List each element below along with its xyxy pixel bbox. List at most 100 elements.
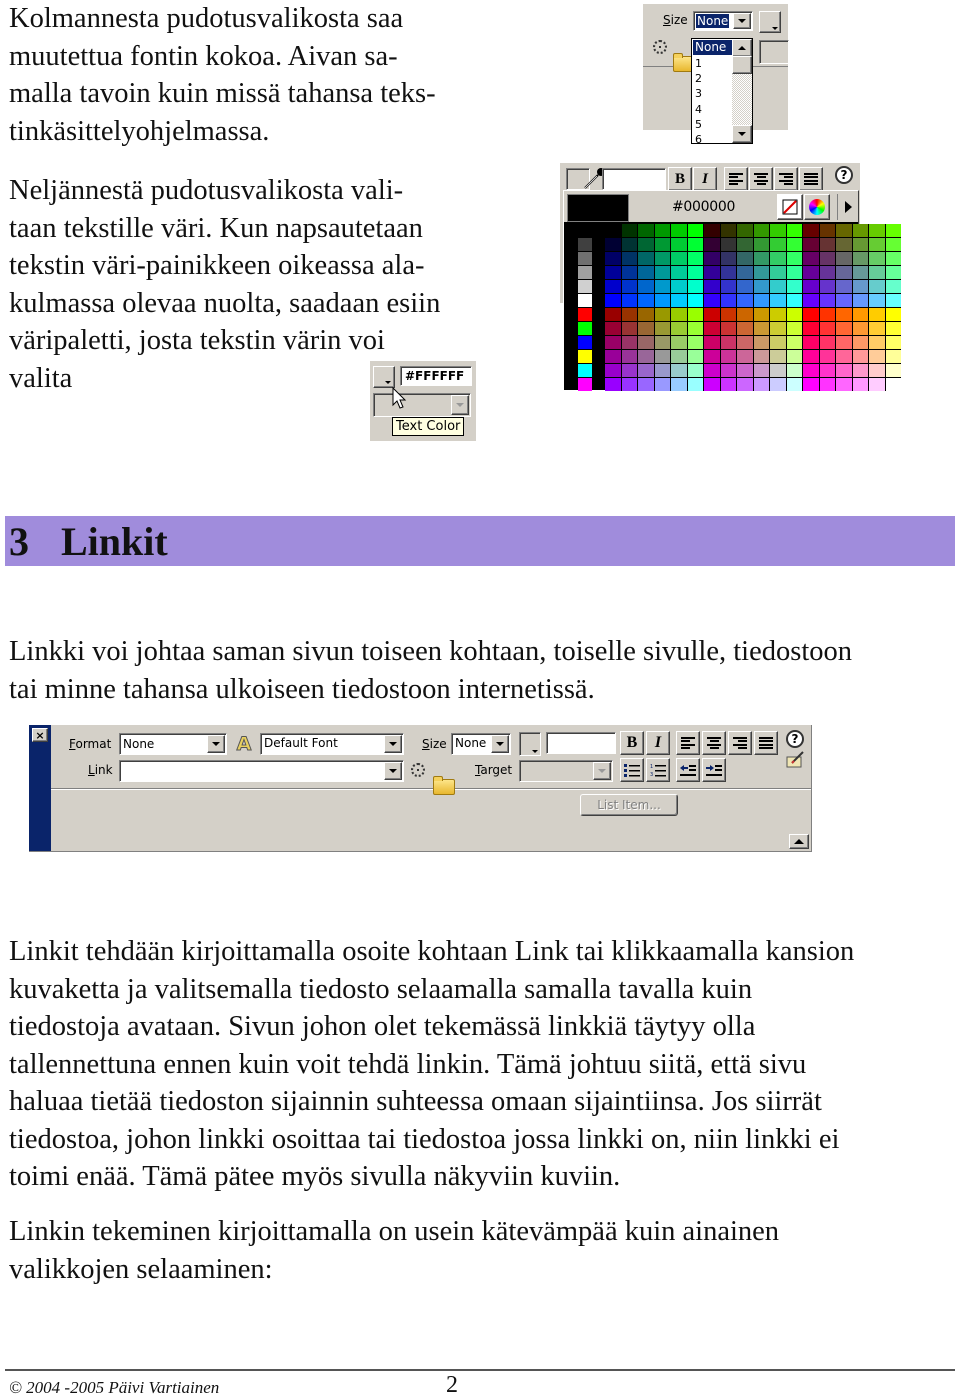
quick-tag-editor-icon[interactable]: [786, 751, 806, 769]
justify-button[interactable]: [799, 167, 823, 191]
color-swatch[interactable]: [819, 280, 835, 293]
color-swatch[interactable]: [638, 378, 654, 391]
text-color-hex-field[interactable]: #FFFFFF: [400, 366, 472, 386]
color-swatch[interactable]: [621, 308, 637, 321]
color-swatch[interactable]: [704, 378, 720, 391]
color-swatch[interactable]: [885, 350, 901, 363]
color-swatch[interactable]: [786, 308, 802, 321]
color-swatch[interactable]: [720, 266, 736, 279]
unordered-list-button[interactable]: [620, 758, 644, 782]
color-swatch[interactable]: [852, 308, 868, 321]
color-swatch[interactable]: [737, 266, 753, 279]
browse-folder-icon[interactable]: [433, 776, 455, 795]
color-swatch[interactable]: [621, 224, 637, 237]
color-swatch[interactable]: [605, 238, 621, 251]
color-swatch[interactable]: [786, 252, 802, 265]
color-swatch[interactable]: [803, 308, 819, 321]
color-swatch[interactable]: [605, 308, 621, 321]
color-swatch[interactable]: [819, 364, 835, 377]
color-swatch[interactable]: [671, 238, 687, 251]
color-swatch[interactable]: [803, 378, 819, 391]
bold-button[interactable]: B: [620, 731, 644, 755]
color-swatch[interactable]: [869, 322, 885, 335]
color-swatch[interactable]: [770, 350, 786, 363]
color-swatch[interactable]: [578, 378, 592, 391]
color-swatch[interactable]: [578, 238, 592, 251]
color-swatch[interactable]: [753, 350, 769, 363]
color-swatch[interactable]: [819, 266, 835, 279]
color-swatch[interactable]: [621, 238, 637, 251]
color-swatch[interactable]: [869, 252, 885, 265]
color-swatch[interactable]: [671, 322, 687, 335]
color-swatch[interactable]: [578, 252, 592, 265]
color-swatch[interactable]: [803, 364, 819, 377]
color-swatch[interactable]: [885, 280, 901, 293]
color-swatch[interactable]: [720, 378, 736, 391]
size-option[interactable]: 1: [695, 56, 702, 71]
color-swatch[interactable]: [819, 350, 835, 363]
size-select[interactable]: None: [693, 11, 753, 31]
color-swatch[interactable]: [786, 322, 802, 335]
color-swatch[interactable]: [819, 336, 835, 349]
color-swatch[interactable]: [687, 336, 703, 349]
color-swatch[interactable]: [638, 280, 654, 293]
color-swatch[interactable]: [621, 294, 637, 307]
color-swatch[interactable]: [852, 238, 868, 251]
color-swatch[interactable]: [786, 364, 802, 377]
color-swatch[interactable]: [836, 252, 852, 265]
color-swatch[interactable]: [720, 336, 736, 349]
collapse-panel-button[interactable]: [789, 834, 809, 849]
align-left-button[interactable]: [676, 731, 700, 755]
bold-button[interactable]: B: [668, 167, 692, 191]
color-swatch[interactable]: [704, 252, 720, 265]
color-swatch[interactable]: [654, 350, 670, 363]
color-swatch[interactable]: [836, 322, 852, 335]
list-item-button[interactable]: List Item...: [580, 794, 678, 816]
color-swatch[interactable]: [654, 266, 670, 279]
color-swatch[interactable]: [578, 224, 592, 237]
font-select[interactable]: Default Font: [260, 733, 404, 755]
color-swatch[interactable]: [885, 238, 901, 251]
dropdown-arrow-button[interactable]: [451, 395, 469, 415]
color-swatch[interactable]: [704, 238, 720, 251]
color-swatch[interactable]: [720, 364, 736, 377]
color-swatch[interactable]: [654, 224, 670, 237]
close-panel-button[interactable]: ×: [32, 728, 48, 742]
color-swatch[interactable]: [605, 336, 621, 349]
size-options-list[interactable]: None 1 2 3 4 5 6: [691, 38, 753, 147]
target-select[interactable]: [519, 760, 613, 782]
color-swatch[interactable]: [753, 266, 769, 279]
color-swatch[interactable]: [737, 336, 753, 349]
align-left-button[interactable]: [724, 167, 748, 191]
size-option[interactable]: 6: [695, 132, 702, 147]
color-swatch[interactable]: [819, 294, 835, 307]
color-swatch[interactable]: [786, 294, 802, 307]
color-swatch[interactable]: [737, 308, 753, 321]
color-swatch[interactable]: [687, 350, 703, 363]
color-swatch[interactable]: [671, 224, 687, 237]
align-right-button[interactable]: [774, 167, 798, 191]
color-swatch[interactable]: [885, 378, 901, 391]
color-swatch[interactable]: [654, 364, 670, 377]
align-center-button[interactable]: [702, 731, 726, 755]
color-swatch[interactable]: [885, 322, 901, 335]
color-swatch[interactable]: [885, 308, 901, 321]
dropdown-arrow-button[interactable]: [491, 735, 509, 753]
color-swatch[interactable]: [654, 336, 670, 349]
color-swatch[interactable]: [770, 322, 786, 335]
color-swatch[interactable]: [869, 238, 885, 251]
link-input[interactable]: [119, 760, 404, 782]
color-swatch[interactable]: [770, 266, 786, 279]
color-swatch[interactable]: [819, 308, 835, 321]
color-swatch[interactable]: [605, 266, 621, 279]
color-swatch[interactable]: [621, 350, 637, 363]
text-color-button[interactable]: [519, 732, 541, 756]
color-swatch[interactable]: [852, 266, 868, 279]
color-swatch[interactable]: [687, 238, 703, 251]
color-swatch[interactable]: [737, 322, 753, 335]
color-swatch[interactable]: [770, 378, 786, 391]
color-swatch[interactable]: [605, 294, 621, 307]
color-swatch[interactable]: [704, 266, 720, 279]
align-center-button[interactable]: [749, 167, 773, 191]
dropdown-arrow-button[interactable]: [733, 13, 751, 29]
